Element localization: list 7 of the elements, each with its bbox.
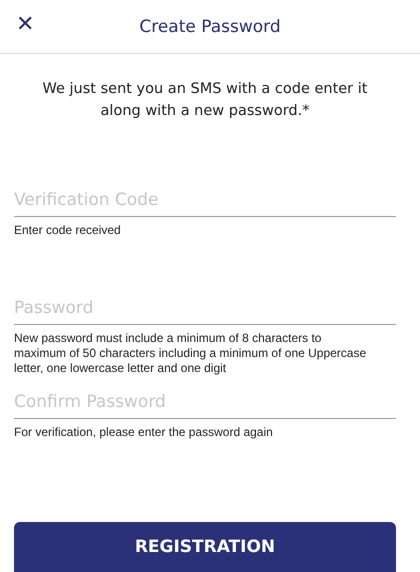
registration-button[interactable]: REGISTRATION [14, 522, 396, 572]
intro-text: We just sent you an SMS with a code enter it along with a new password.* [42, 80, 368, 121]
field-hint: Enter code received [14, 223, 122, 238]
field-hint: New password must include a minimum of 8 characters to maximum of 50 characters including a minimum of one Uppercase letter, one lowercase letter and one digit [14, 331, 368, 376]
page-title: Create Password [139, 16, 281, 36]
close-button[interactable]: ✕ [12, 12, 38, 37]
field-hint: For verification, please enter the password again [14, 425, 274, 440]
